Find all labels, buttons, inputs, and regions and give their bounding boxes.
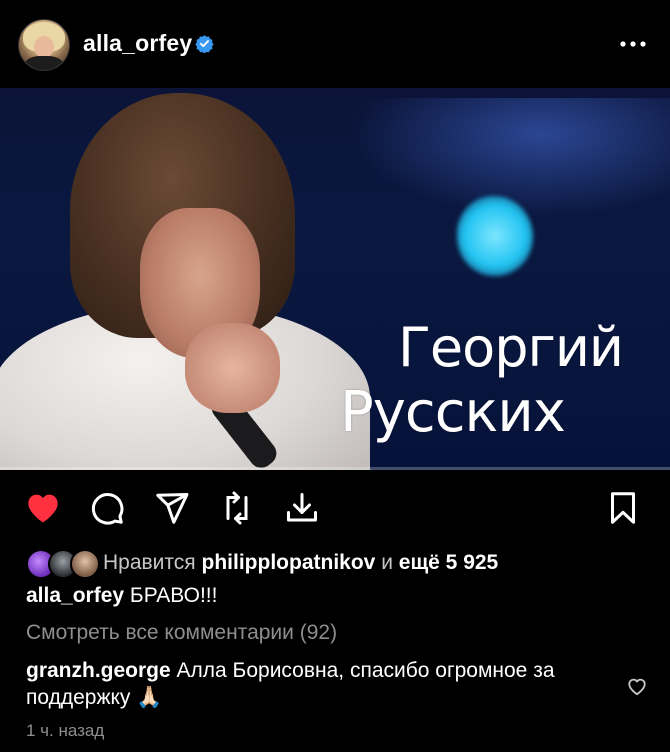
comment-username[interactable]: granzh.george	[26, 659, 171, 682]
likes-prefix: Нравится	[103, 551, 196, 574]
comment-like-heart-icon[interactable]	[626, 676, 648, 696]
save-button[interactable]	[605, 490, 641, 526]
verified-badge-icon	[195, 35, 214, 53]
comment-item: granzh.george Алла Борисовна, спасибо ог…	[26, 657, 606, 711]
bookmark-icon	[611, 492, 635, 524]
video-overlay-title-line2: Русских	[340, 380, 566, 445]
post-video[interactable]: Георгий Русских	[0, 88, 670, 470]
avatar-body	[25, 56, 63, 70]
video-overlay-title-line1: Георгий	[398, 316, 624, 379]
singer-hands	[185, 323, 280, 413]
post-timestamp: 1 ч. назад	[26, 721, 105, 740]
action-bar	[0, 470, 670, 550]
liker-avatar	[70, 549, 100, 579]
stage-spotlight	[457, 196, 533, 276]
share-button[interactable]	[154, 490, 190, 526]
likes-connector: и	[381, 551, 393, 574]
caption-username[interactable]: alla_orfey	[26, 584, 124, 607]
send-icon	[156, 493, 189, 524]
comment-icon	[91, 493, 124, 525]
post-username[interactable]: alla_orfey	[83, 30, 192, 57]
repost-button[interactable]	[219, 490, 255, 526]
repost-icon	[226, 491, 248, 525]
caption-text: БРАВО!!!	[129, 584, 218, 607]
like-button[interactable]	[24, 490, 62, 524]
post-header: alla_orfey	[0, 0, 670, 88]
avatar-face	[34, 36, 54, 58]
likes-others-count[interactable]: ещё 5 925	[399, 551, 498, 574]
avatar[interactable]	[18, 19, 70, 71]
liked-by-username[interactable]: philipplopatnikov	[202, 551, 376, 574]
liker-avatars	[26, 549, 100, 579]
post-caption: alla_orfey БРАВО!!!	[26, 584, 217, 608]
likes-summary[interactable]: Нравится philipplopatnikov и ещё 5 925	[26, 548, 498, 579]
more-horizontal-icon[interactable]	[618, 38, 648, 50]
download-button[interactable]	[284, 490, 320, 526]
likes-text: Нравится philipplopatnikov и ещё 5 925	[103, 551, 498, 575]
instagram-post: alla_orfey Георгий Русских Нравится phil…	[0, 0, 670, 752]
download-icon	[287, 493, 317, 522]
heart-filled-icon	[28, 494, 58, 523]
view-all-comments-link[interactable]: Смотреть все комментарии (92)	[26, 621, 337, 645]
comment-button[interactable]	[89, 490, 125, 526]
